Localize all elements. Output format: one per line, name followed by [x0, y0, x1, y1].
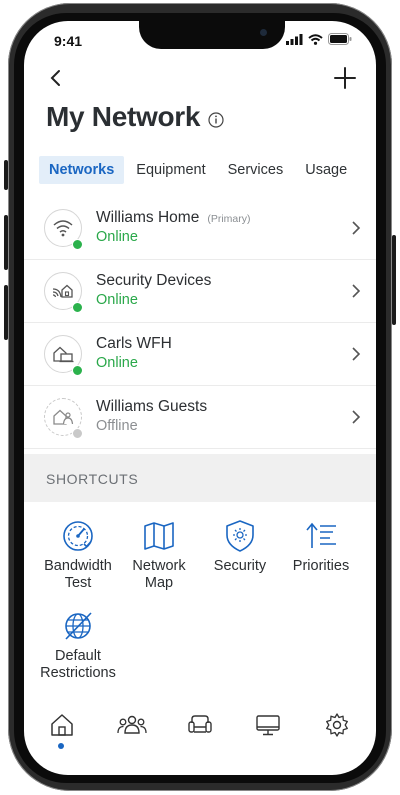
network-name: Williams Guests	[96, 398, 208, 415]
home-icon[interactable]	[48, 711, 76, 739]
network-name: Carls WFH	[96, 335, 172, 352]
network-row[interactable]: Carls WFH Online	[24, 323, 376, 386]
bottom-nav	[24, 711, 376, 751]
shortcut-network-map[interactable]: Network Map	[115, 518, 203, 592]
volume-up-button	[4, 215, 8, 270]
network-row[interactable]: Security Devices Online	[24, 260, 376, 323]
network-row[interactable]: Williams Guests Offline	[24, 386, 376, 449]
info-icon[interactable]	[208, 112, 224, 128]
network-row[interactable]: Williams Home (Primary) Online	[24, 197, 376, 260]
network-status: Online	[96, 292, 138, 308]
speedometer-icon	[63, 521, 93, 551]
page-title: My Network	[46, 101, 201, 132]
shortcut-label: Priorities	[292, 558, 350, 574]
online-status-dot	[72, 365, 83, 376]
priorities-icon	[306, 522, 336, 548]
add-icon[interactable]	[332, 65, 358, 91]
primary-tag: (Primary)	[207, 213, 251, 225]
restricted-globe-icon	[65, 612, 92, 640]
app-screen: 9:41 My Network Networks Equipment Servi…	[24, 21, 376, 775]
people-icon[interactable]	[116, 711, 148, 739]
shortcut-default-restrictions[interactable]: Default Restrictions	[34, 608, 122, 682]
shortcut-priorities[interactable]: Priorities	[277, 518, 365, 575]
mute-switch	[4, 160, 8, 190]
network-status: Offline	[96, 418, 138, 434]
status-time: 9:41	[54, 33, 83, 49]
shortcuts-title: SHORTCUTS	[46, 471, 139, 487]
tab-equipment[interactable]: Equipment	[126, 156, 215, 184]
tab-usage[interactable]: Usage	[295, 156, 357, 184]
chevron-right-icon	[352, 221, 361, 235]
network-name: Security Devices	[96, 272, 212, 289]
shield-icon	[226, 520, 254, 552]
shortcut-label: Bandwidth Test	[44, 558, 112, 591]
tab-services[interactable]: Services	[218, 156, 294, 184]
chevron-right-icon	[352, 410, 361, 424]
active-tab-indicator	[58, 743, 64, 749]
back-chevron-icon[interactable]	[46, 67, 68, 89]
tab-networks[interactable]: Networks	[39, 156, 125, 184]
status-icons	[286, 33, 352, 45]
camera	[260, 29, 267, 36]
page-title-row: My Network	[46, 101, 224, 133]
shortcut-label: Default Restrictions	[40, 648, 116, 681]
power-button	[392, 235, 396, 325]
shortcut-security[interactable]: Security	[196, 518, 284, 575]
gear-icon[interactable]	[323, 711, 351, 739]
monitor-icon[interactable]	[254, 711, 282, 739]
offline-status-dot	[72, 428, 83, 439]
signal-icon	[286, 33, 303, 45]
shortcut-label: Security	[213, 558, 267, 574]
network-status: Online	[96, 355, 138, 371]
chevron-right-icon	[352, 347, 361, 361]
network-list: Williams Home (Primary) Online Security D…	[24, 197, 376, 449]
shortcut-bandwidth-test[interactable]: Bandwidth Test	[34, 518, 122, 592]
network-status: Online	[96, 229, 138, 245]
online-status-dot	[72, 239, 83, 250]
notch	[139, 21, 285, 49]
chevron-right-icon	[352, 284, 361, 298]
tab-bar: Networks Equipment Services Usage	[39, 156, 359, 184]
volume-down-button	[4, 285, 8, 340]
network-name: Williams Home (Primary)	[96, 209, 251, 226]
battery-icon	[328, 33, 352, 45]
wifi-status-icon	[308, 33, 323, 45]
online-status-dot	[72, 302, 83, 313]
couch-icon[interactable]	[186, 711, 214, 739]
shortcuts-header: SHORTCUTS	[24, 454, 376, 502]
map-icon	[144, 522, 174, 550]
shortcut-label: Network Map	[132, 558, 186, 591]
